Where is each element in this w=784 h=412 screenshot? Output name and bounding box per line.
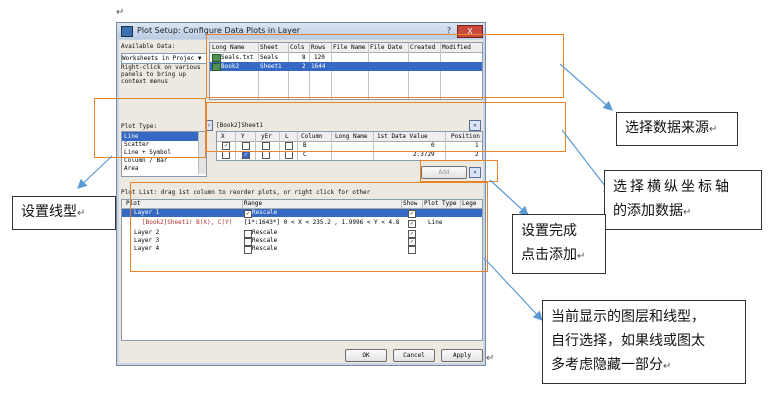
arrow-add [489,179,529,216]
callout-add: 设置完成 点击添加↵ [512,214,606,274]
callout-current-layers: 当前显示的图层和线型， 自行选择，如果线或图太 多考虑隐藏一部分↵ [542,300,746,384]
arrow-data-source [559,63,613,111]
callout-data-source: 选择数据来源↵ [616,112,738,146]
callout-xy-axis: 选择横纵坐标轴 的添加数据↵ [604,170,762,230]
callout-line-type: 设置线型↵ [12,196,116,230]
arrow-plot-type [77,155,113,189]
